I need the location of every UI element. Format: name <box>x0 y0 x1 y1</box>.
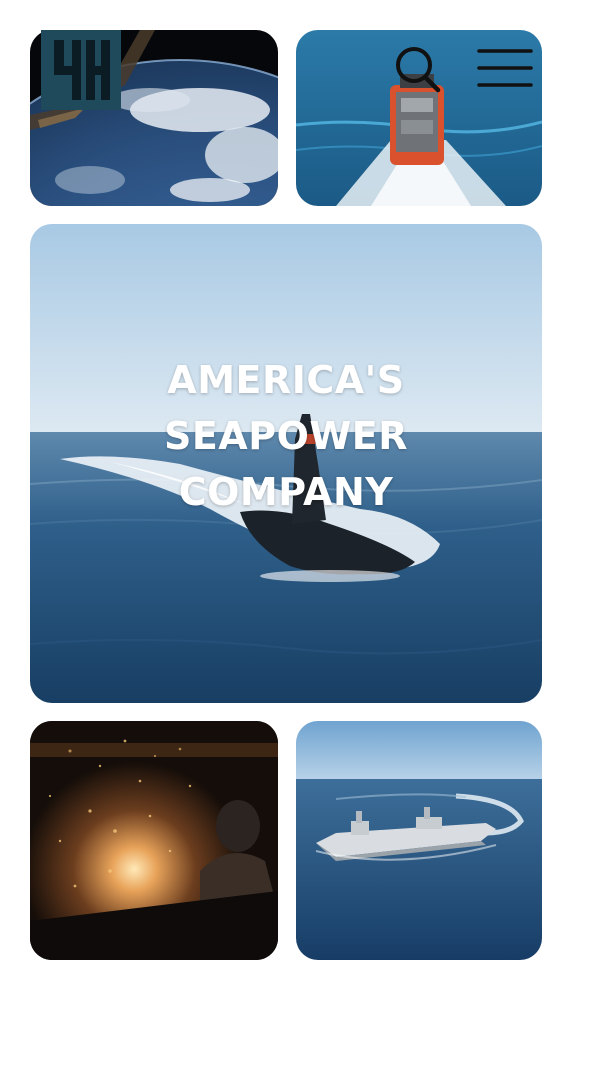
ship-scene <box>296 721 542 960</box>
search-icon <box>396 47 441 93</box>
page: AMERICA'S SEAPOWER COMPANY <box>0 0 600 1065</box>
submarine-hero-image[interactable]: AMERICA'S SEAPOWER COMPANY <box>30 224 542 703</box>
hamburger-menu-icon <box>477 49 533 87</box>
search-button[interactable] <box>392 44 444 96</box>
hero-title: AMERICA'S SEAPOWER COMPANY <box>30 352 542 520</box>
hero-title-line-3: COMPANY <box>178 470 394 514</box>
hero-title-line-2: SEAPOWER <box>163 414 409 458</box>
menu-button[interactable] <box>476 46 534 92</box>
company-logo[interactable] <box>41 30 121 110</box>
welder-sparks-image[interactable] <box>30 721 278 960</box>
hero-title-line-1: AMERICA'S <box>167 358 405 402</box>
amphibious-ship-image[interactable] <box>296 721 542 960</box>
welder-scene <box>30 721 278 960</box>
